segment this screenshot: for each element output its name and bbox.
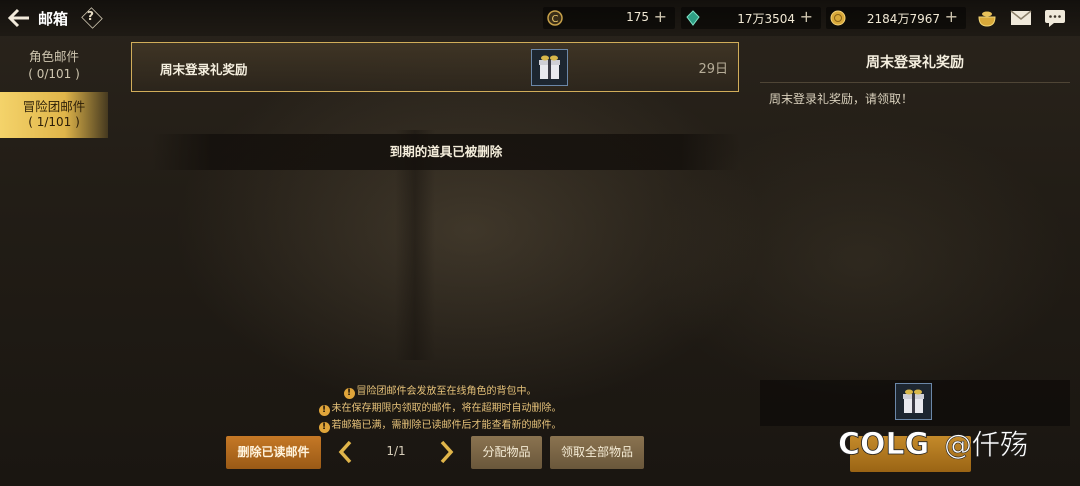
prev-page-chevron-icon[interactable] [338,440,354,464]
notice-text: 冒险团邮件会发放至在线角色的背包中。 [356,386,537,397]
add-gold-button[interactable]: + [945,7,958,26]
notice-line: ! 冒险团邮件会发放至在线角色的背包中。 [230,382,650,399]
c-coin-value: 175 [626,10,649,24]
currency-crystal: 17万3504 + [681,7,821,29]
add-crystal-button[interactable]: + [800,7,813,26]
mail-subject: 周末登录礼奖励 [160,62,248,77]
claim-all-items-button[interactable]: 领取全部物品 [550,436,644,469]
gold-value: 2184万7967 [866,12,940,26]
add-c-coin-button[interactable]: + [654,7,667,26]
expired-notice: 到期的道具已被删除 [152,134,740,170]
tab-count: ( 0/101 ) [28,67,80,81]
svg-text:@仟殇: @仟殇 [944,428,1028,461]
top-bar: 邮箱 ? C 175 + 17万3504 + 2184万7967 + [0,0,1080,36]
notice-line: ! 未在保存期限内领取的邮件，将在超期时自动删除。 [230,399,650,416]
page-indicator: 1/1 [386,444,406,458]
gift-box-icon [539,55,560,79]
warning-icon: ! [318,405,330,416]
detail-title: 周末登录礼奖励 [866,55,964,71]
svg-text:COLG: COLG [838,427,929,462]
svg-text:C: C [552,14,559,25]
c-coin-icon: C [547,10,563,26]
warning-icon: ! [318,422,330,433]
tab-label: 角色邮件 [28,49,79,64]
tab-adventure-group-mail[interactable]: 冒险团邮件 ( 1/101 ) [0,92,108,138]
mail-item-slot [531,49,568,86]
warning-icon: ! [343,388,355,399]
chat-icon[interactable] [1044,8,1066,28]
colg-watermark-logo: COLG @仟殇 [838,427,1029,463]
notice-text: 若邮箱已满，需删除已读邮件后才能查看新的邮件。 [331,420,562,431]
mail-list-item[interactable]: 周末登录礼奖励 29日 [131,42,739,92]
tab-count: ( 1/101 ) [28,115,80,129]
back-arrow-icon[interactable] [6,6,32,30]
crystal-value: 17万3504 [737,12,795,26]
detail-body: 周末登录礼奖励，请领取！ [769,92,914,106]
gift-box-icon [903,389,924,413]
currency-c-coin: C 175 + [543,7,675,29]
page-title: 邮箱 [38,10,69,28]
gold-coin-icon [830,10,846,26]
delete-read-mail-button[interactable]: 删除已读邮件 [226,436,321,469]
distribute-items-button[interactable]: 分配物品 [471,436,542,469]
tab-label: 冒险团邮件 [22,99,86,114]
mail-days-left: 29日 [698,62,728,77]
next-page-chevron-icon[interactable] [438,440,454,464]
notice-text: 未在保存期限内领取的邮件，将在超期时自动删除。 [331,403,562,414]
detail-divider [760,82,1070,83]
currency-gold: 2184万7967 + [826,7,966,29]
attachment-slot[interactable] [895,383,932,420]
notice-line: ! 若邮箱已满，需删除已读邮件后才能查看新的邮件。 [230,416,650,433]
tab-character-mail[interactable]: 角色邮件 ( 0/101 ) [0,40,108,100]
help-icon: ? [87,9,94,23]
treasure-pot-icon[interactable] [976,8,998,28]
green-crystal-icon [686,10,700,26]
mail-envelope-icon[interactable] [1010,8,1032,28]
